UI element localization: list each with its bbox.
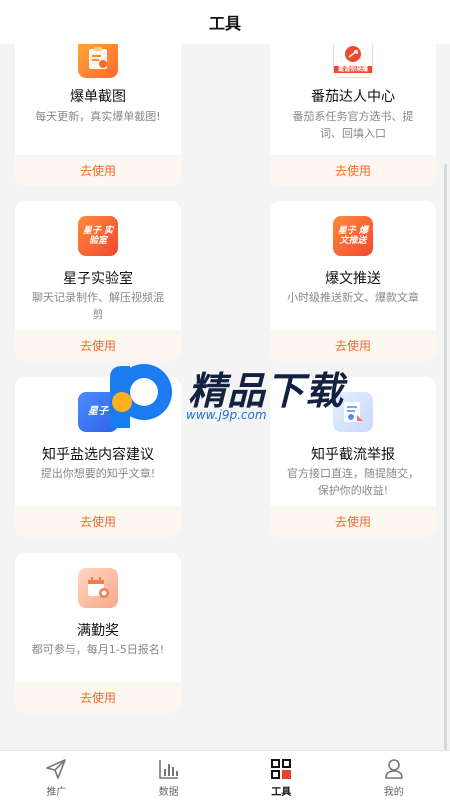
profile-icon bbox=[384, 759, 403, 779]
tool-card-zhihu-content-suggestion[interactable]: 星子 知乎盐选内容建议 提出你想要的知乎文章! 去使用 bbox=[15, 377, 181, 537]
tool-name: 番茄达人中心 bbox=[311, 89, 395, 105]
tomato-talent-icon: 邀请你来赚 bbox=[333, 44, 373, 78]
tool-name: 星子实验室 bbox=[63, 271, 133, 287]
icon-text: 星子 bbox=[88, 406, 108, 417]
tool-desc: 每天更新，真实爆单截图! bbox=[35, 110, 161, 123]
hot-article-icon: 星子 爆文推送 bbox=[333, 216, 373, 256]
tool-desc: 官方接口直连，随提随交，保护你的收益! bbox=[287, 467, 419, 497]
tool-name: 爆文推送 bbox=[325, 271, 381, 287]
tab-promotion[interactable]: 推广 bbox=[0, 751, 113, 800]
tools-grid-icon bbox=[271, 759, 292, 779]
report-icon bbox=[333, 392, 373, 432]
tool-card-hot-article-push[interactable]: 星子 爆文推送 爆文推送 小时级推送新文、爆款文章 去使用 bbox=[270, 201, 436, 361]
tab-label: 推广 bbox=[46, 787, 67, 798]
page-title: 工具 bbox=[208, 14, 241, 33]
tool-desc: 小时级推送新文、爆款文章 bbox=[287, 291, 419, 304]
tool-card-zhihu-interception-report[interactable]: 知乎截流举报 官方接口直连，随提随交，保护你的收益! 去使用 bbox=[270, 377, 436, 537]
tool-card-attendance-award[interactable]: 满勤奖 都可参与，每月1-5日报名! 去使用 bbox=[15, 553, 181, 713]
use-button[interactable]: 去使用 bbox=[270, 506, 436, 537]
tool-name: 满勤奖 bbox=[77, 623, 119, 639]
tab-label: 数据 bbox=[158, 787, 179, 798]
tool-card-xingzi-lab[interactable]: 星子 实验室 星子实验室 聊天记录制作、解压视频混剪 去使用 bbox=[15, 201, 181, 361]
tool-name: 爆单截图 bbox=[70, 89, 126, 105]
use-button[interactable]: 去使用 bbox=[15, 506, 181, 537]
tool-desc: 聊天记录制作、解压视频混剪 bbox=[32, 291, 164, 321]
tool-desc: 提出你想要的知乎文章! bbox=[40, 467, 156, 480]
bar-chart-icon bbox=[158, 760, 178, 779]
tab-label: 工具 bbox=[271, 787, 292, 798]
icon-text: 星子 爆文推送 bbox=[337, 226, 369, 246]
tab-data[interactable]: 数据 bbox=[113, 751, 226, 800]
tool-desc: 都可参与，每月1-5日报名! bbox=[31, 643, 165, 656]
xingzi-lab-icon: 星子 实验室 bbox=[78, 216, 118, 256]
zhihu-suggest-icon: 星子 bbox=[78, 392, 118, 432]
tab-mine[interactable]: 我的 bbox=[338, 751, 450, 800]
tool-card-baodan-screenshot[interactable]: 爆单截图 每天更新，真实爆单截图! 去使用 bbox=[15, 44, 181, 186]
paper-plane-icon bbox=[46, 759, 67, 779]
tab-label: 我的 bbox=[383, 787, 404, 798]
use-button[interactable]: 去使用 bbox=[15, 330, 181, 361]
tool-desc: 番茄系任务官方选书、提词、回填入口 bbox=[292, 110, 414, 140]
icon-text: 星子 实验室 bbox=[82, 226, 114, 246]
scrollbar[interactable] bbox=[444, 164, 447, 750]
use-button[interactable]: 去使用 bbox=[270, 155, 436, 186]
tool-card-tomato-talent-center[interactable]: 邀请你来赚 番茄达人中心 番茄系任务官方选书、提词、回填入口 去使用 bbox=[270, 44, 436, 186]
clipboard-icon bbox=[78, 44, 118, 78]
tool-name: 知乎盐选内容建议 bbox=[42, 447, 154, 463]
top-header: 工具 bbox=[0, 0, 450, 44]
use-button[interactable]: 去使用 bbox=[15, 155, 181, 186]
use-button[interactable]: 去使用 bbox=[15, 682, 181, 713]
tools-grid: 爆单截图 每天更新，真实爆单截图! 去使用 邀请你来赚 番茄达人中心 番茄系任务… bbox=[0, 44, 450, 750]
tool-name: 知乎截流举报 bbox=[311, 447, 395, 463]
tab-tools[interactable]: 工具 bbox=[225, 751, 338, 800]
use-button[interactable]: 去使用 bbox=[270, 330, 436, 361]
icon-text: 邀请你来赚 bbox=[334, 65, 372, 73]
bottom-tab-bar: 推广 数据 工具 我的 bbox=[0, 750, 450, 800]
attendance-award-icon bbox=[78, 568, 118, 608]
